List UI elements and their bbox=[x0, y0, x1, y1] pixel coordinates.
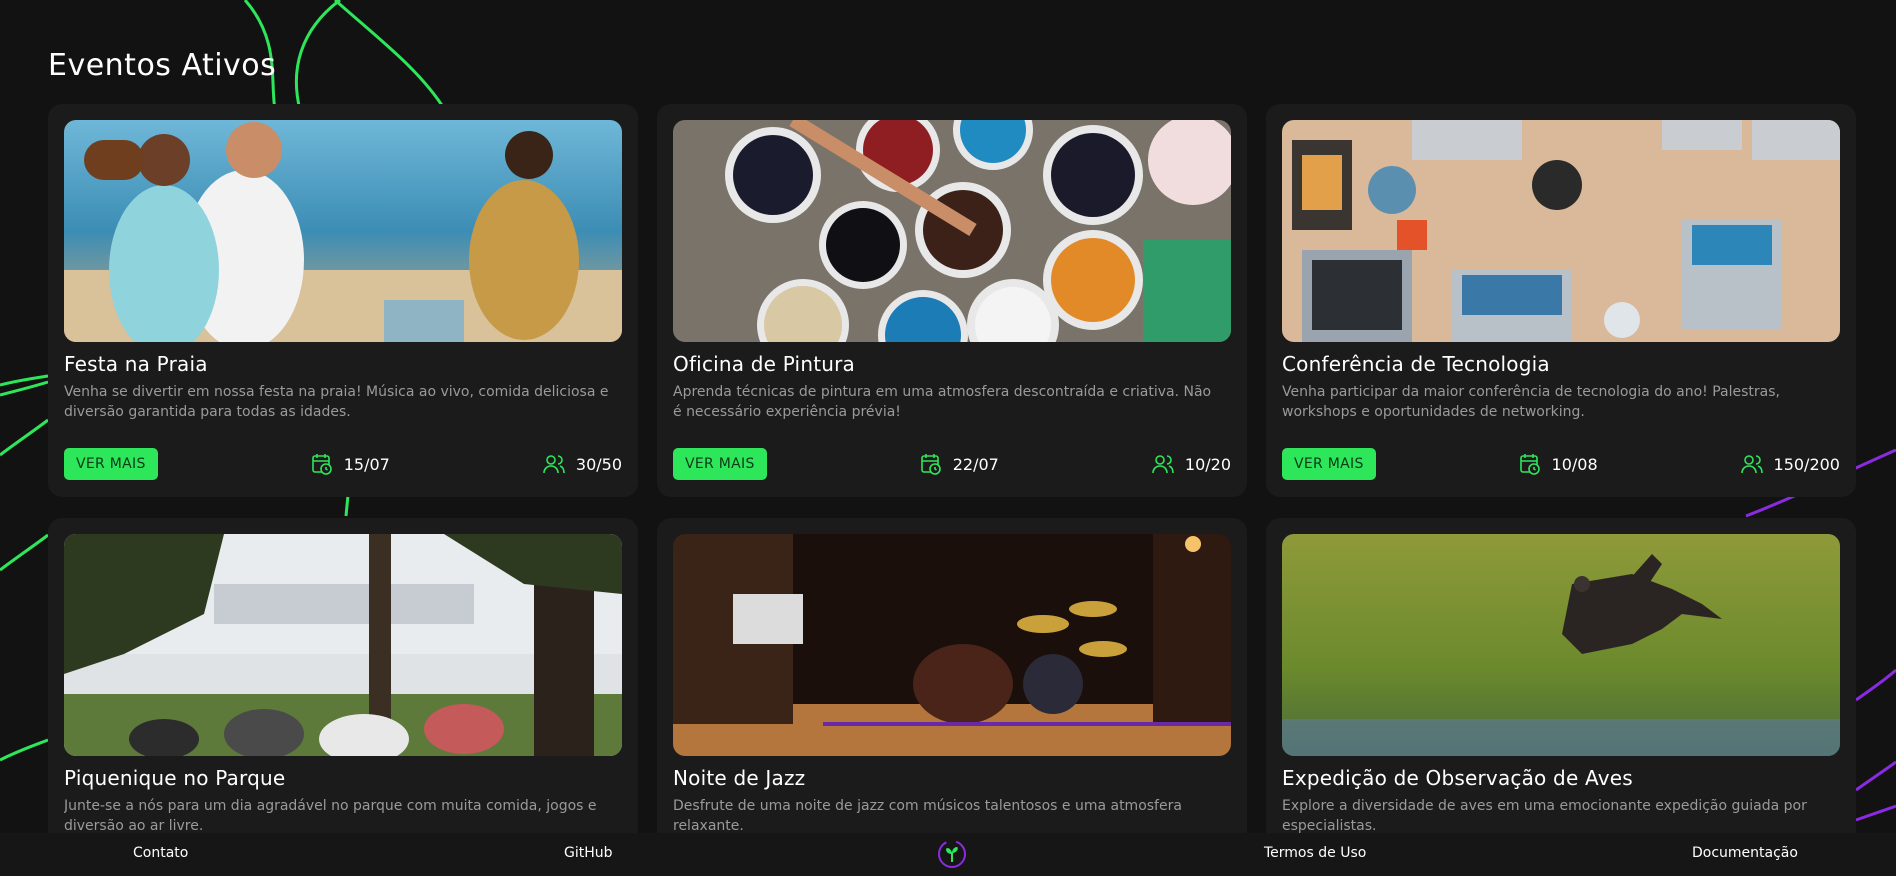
event-card: Festa na Praia Venha se divertir em noss… bbox=[48, 104, 638, 497]
event-title: Festa na Praia bbox=[64, 352, 208, 376]
event-card: Piquenique no Parque Junte-se a nós para… bbox=[48, 518, 638, 876]
bird-flight-photo bbox=[1282, 534, 1840, 756]
see-more-button[interactable]: VER MAIS bbox=[1282, 448, 1376, 480]
sprout-logo-icon[interactable] bbox=[936, 838, 968, 870]
event-description: Venha participar da maior conferência de… bbox=[1282, 384, 1780, 420]
footer-link-contato[interactable]: Contato bbox=[133, 845, 188, 861]
calendar-clock-icon bbox=[920, 454, 941, 475]
users-icon bbox=[1740, 455, 1763, 474]
calendar-clock-icon bbox=[311, 454, 332, 475]
event-date-value: 15/07 bbox=[343, 454, 390, 474]
laptops-desk-photo bbox=[1282, 120, 1840, 342]
event-date: 15/07 bbox=[310, 452, 390, 476]
page-title: Eventos Ativos bbox=[48, 48, 277, 83]
paint-buckets-photo bbox=[673, 120, 1231, 342]
event-date-value: 22/07 bbox=[952, 454, 999, 474]
event-title: Oficina de Pintura bbox=[673, 352, 855, 376]
users-icon bbox=[1152, 455, 1174, 474]
event-title: Expedição de Observação de Aves bbox=[1282, 766, 1633, 790]
event-title: Noite de Jazz bbox=[673, 766, 806, 790]
event-description: Explore a diversidade de aves em uma emo… bbox=[1282, 798, 1807, 834]
users-icon bbox=[543, 455, 565, 474]
page-footer: Contato GitHub Termos de Uso Documentaçã… bbox=[0, 833, 1896, 876]
event-card: Noite de Jazz Desfrute de uma noite de j… bbox=[657, 518, 1247, 876]
see-more-button[interactable]: VER MAIS bbox=[673, 448, 767, 480]
event-description: Junte-se a nós para um dia agradável no … bbox=[64, 798, 597, 834]
event-title: Piquenique no Parque bbox=[64, 766, 286, 790]
event-participants-value: 10/20 bbox=[1184, 454, 1231, 474]
event-title: Conferência de Tecnologia bbox=[1282, 352, 1550, 376]
beach-party-photo bbox=[64, 120, 622, 342]
event-date-value: 10/08 bbox=[1551, 454, 1598, 474]
event-participants: 30/50 bbox=[542, 452, 622, 476]
footer-link-github[interactable]: GitHub bbox=[564, 845, 613, 861]
event-participants: 150/200 bbox=[1740, 452, 1840, 476]
events-grid: Festa na Praia Venha se divertir em noss… bbox=[48, 104, 1856, 876]
event-card-footer: VER MAIS 10/08 150/200 bbox=[1282, 448, 1840, 480]
event-card-footer: VER MAIS 22/07 10/20 bbox=[673, 448, 1231, 480]
jazz-stage-photo bbox=[673, 534, 1231, 756]
event-description: Desfrute de uma noite de jazz com músico… bbox=[673, 798, 1182, 834]
footer-link-documentacao[interactable]: Documentação bbox=[1692, 845, 1798, 861]
event-description: Venha se divertir em nossa festa na prai… bbox=[64, 384, 609, 420]
event-description: Aprenda técnicas de pintura em uma atmos… bbox=[673, 384, 1212, 420]
calendar-clock-icon bbox=[1519, 454, 1540, 475]
see-more-button[interactable]: VER MAIS bbox=[64, 448, 158, 480]
park-picnic-photo bbox=[64, 534, 622, 756]
event-card-footer: VER MAIS 15/07 30/50 bbox=[64, 448, 622, 480]
event-date: 10/08 bbox=[1518, 452, 1598, 476]
event-date: 22/07 bbox=[919, 452, 999, 476]
event-participants-value: 150/200 bbox=[1773, 454, 1840, 474]
event-card: Oficina de Pintura Aprenda técnicas de p… bbox=[657, 104, 1247, 497]
event-participants: 10/20 bbox=[1151, 452, 1231, 476]
event-card: Expedição de Observação de Aves Explore … bbox=[1266, 518, 1856, 876]
footer-link-termos[interactable]: Termos de Uso bbox=[1264, 845, 1366, 861]
event-participants-value: 30/50 bbox=[575, 454, 622, 474]
event-card: Conferência de Tecnologia Venha particip… bbox=[1266, 104, 1856, 497]
